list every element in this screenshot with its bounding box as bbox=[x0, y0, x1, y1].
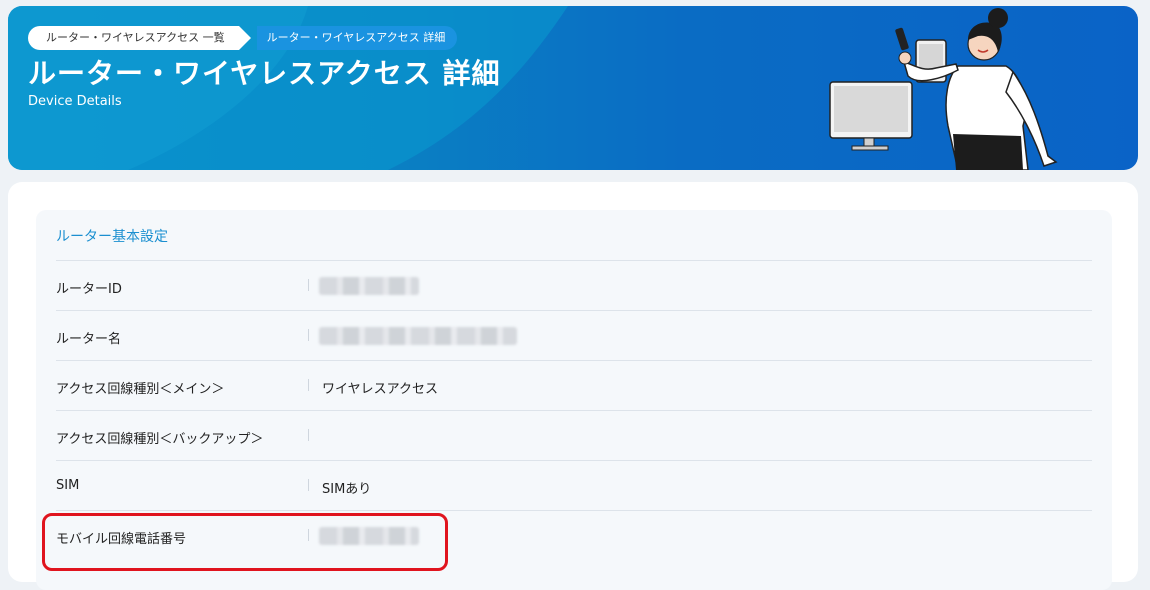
page-subtitle: Device Details bbox=[28, 94, 122, 109]
row-label: アクセス回線種別＜バックアップ＞ bbox=[56, 432, 264, 447]
row-divider bbox=[308, 329, 309, 341]
row-access-main: アクセス回線種別＜メイン＞ ワイヤレスアクセス bbox=[56, 360, 1092, 411]
breadcrumb-current: ルーター・ワイヤレスアクセス 詳細 bbox=[256, 26, 458, 50]
row-access-backup: アクセス回線種別＜バックアップ＞ bbox=[56, 410, 1092, 461]
woman-with-devices-illustration bbox=[829, 8, 1058, 170]
redacted-value bbox=[319, 327, 517, 345]
page-header-banner: ルーター・ワイヤレスアクセス 一覧 ルーター・ワイヤレスアクセス 詳細 ルーター… bbox=[8, 6, 1138, 170]
row-divider bbox=[308, 479, 309, 491]
row-divider bbox=[308, 429, 309, 441]
row-divider bbox=[308, 379, 309, 391]
row-divider bbox=[308, 279, 309, 291]
section-title: ルーター基本設定 bbox=[56, 229, 168, 245]
row-label: アクセス回線種別＜メイン＞ bbox=[56, 382, 225, 397]
row-label: SIM bbox=[56, 478, 80, 493]
row-label: ルーター名 bbox=[56, 332, 122, 347]
breadcrumb: ルーター・ワイヤレスアクセス 一覧 ルーター・ワイヤレスアクセス 詳細 bbox=[28, 26, 458, 50]
row-router-name: ルーター名 bbox=[56, 310, 1092, 361]
row-value: ワイヤレスアクセス bbox=[322, 382, 438, 397]
row-sim: SIM SIMあり bbox=[56, 460, 1092, 511]
redacted-value bbox=[319, 277, 419, 295]
row-label: ルーターID bbox=[56, 282, 122, 297]
row-value: SIMあり bbox=[322, 482, 372, 497]
highlight-annotation bbox=[42, 513, 448, 571]
page-title: ルーター・ワイヤレスアクセス 詳細 bbox=[28, 57, 501, 90]
row-router-id: ルーターID bbox=[56, 260, 1092, 311]
breadcrumb-link-list[interactable]: ルーター・ワイヤレスアクセス 一覧 bbox=[28, 26, 251, 50]
